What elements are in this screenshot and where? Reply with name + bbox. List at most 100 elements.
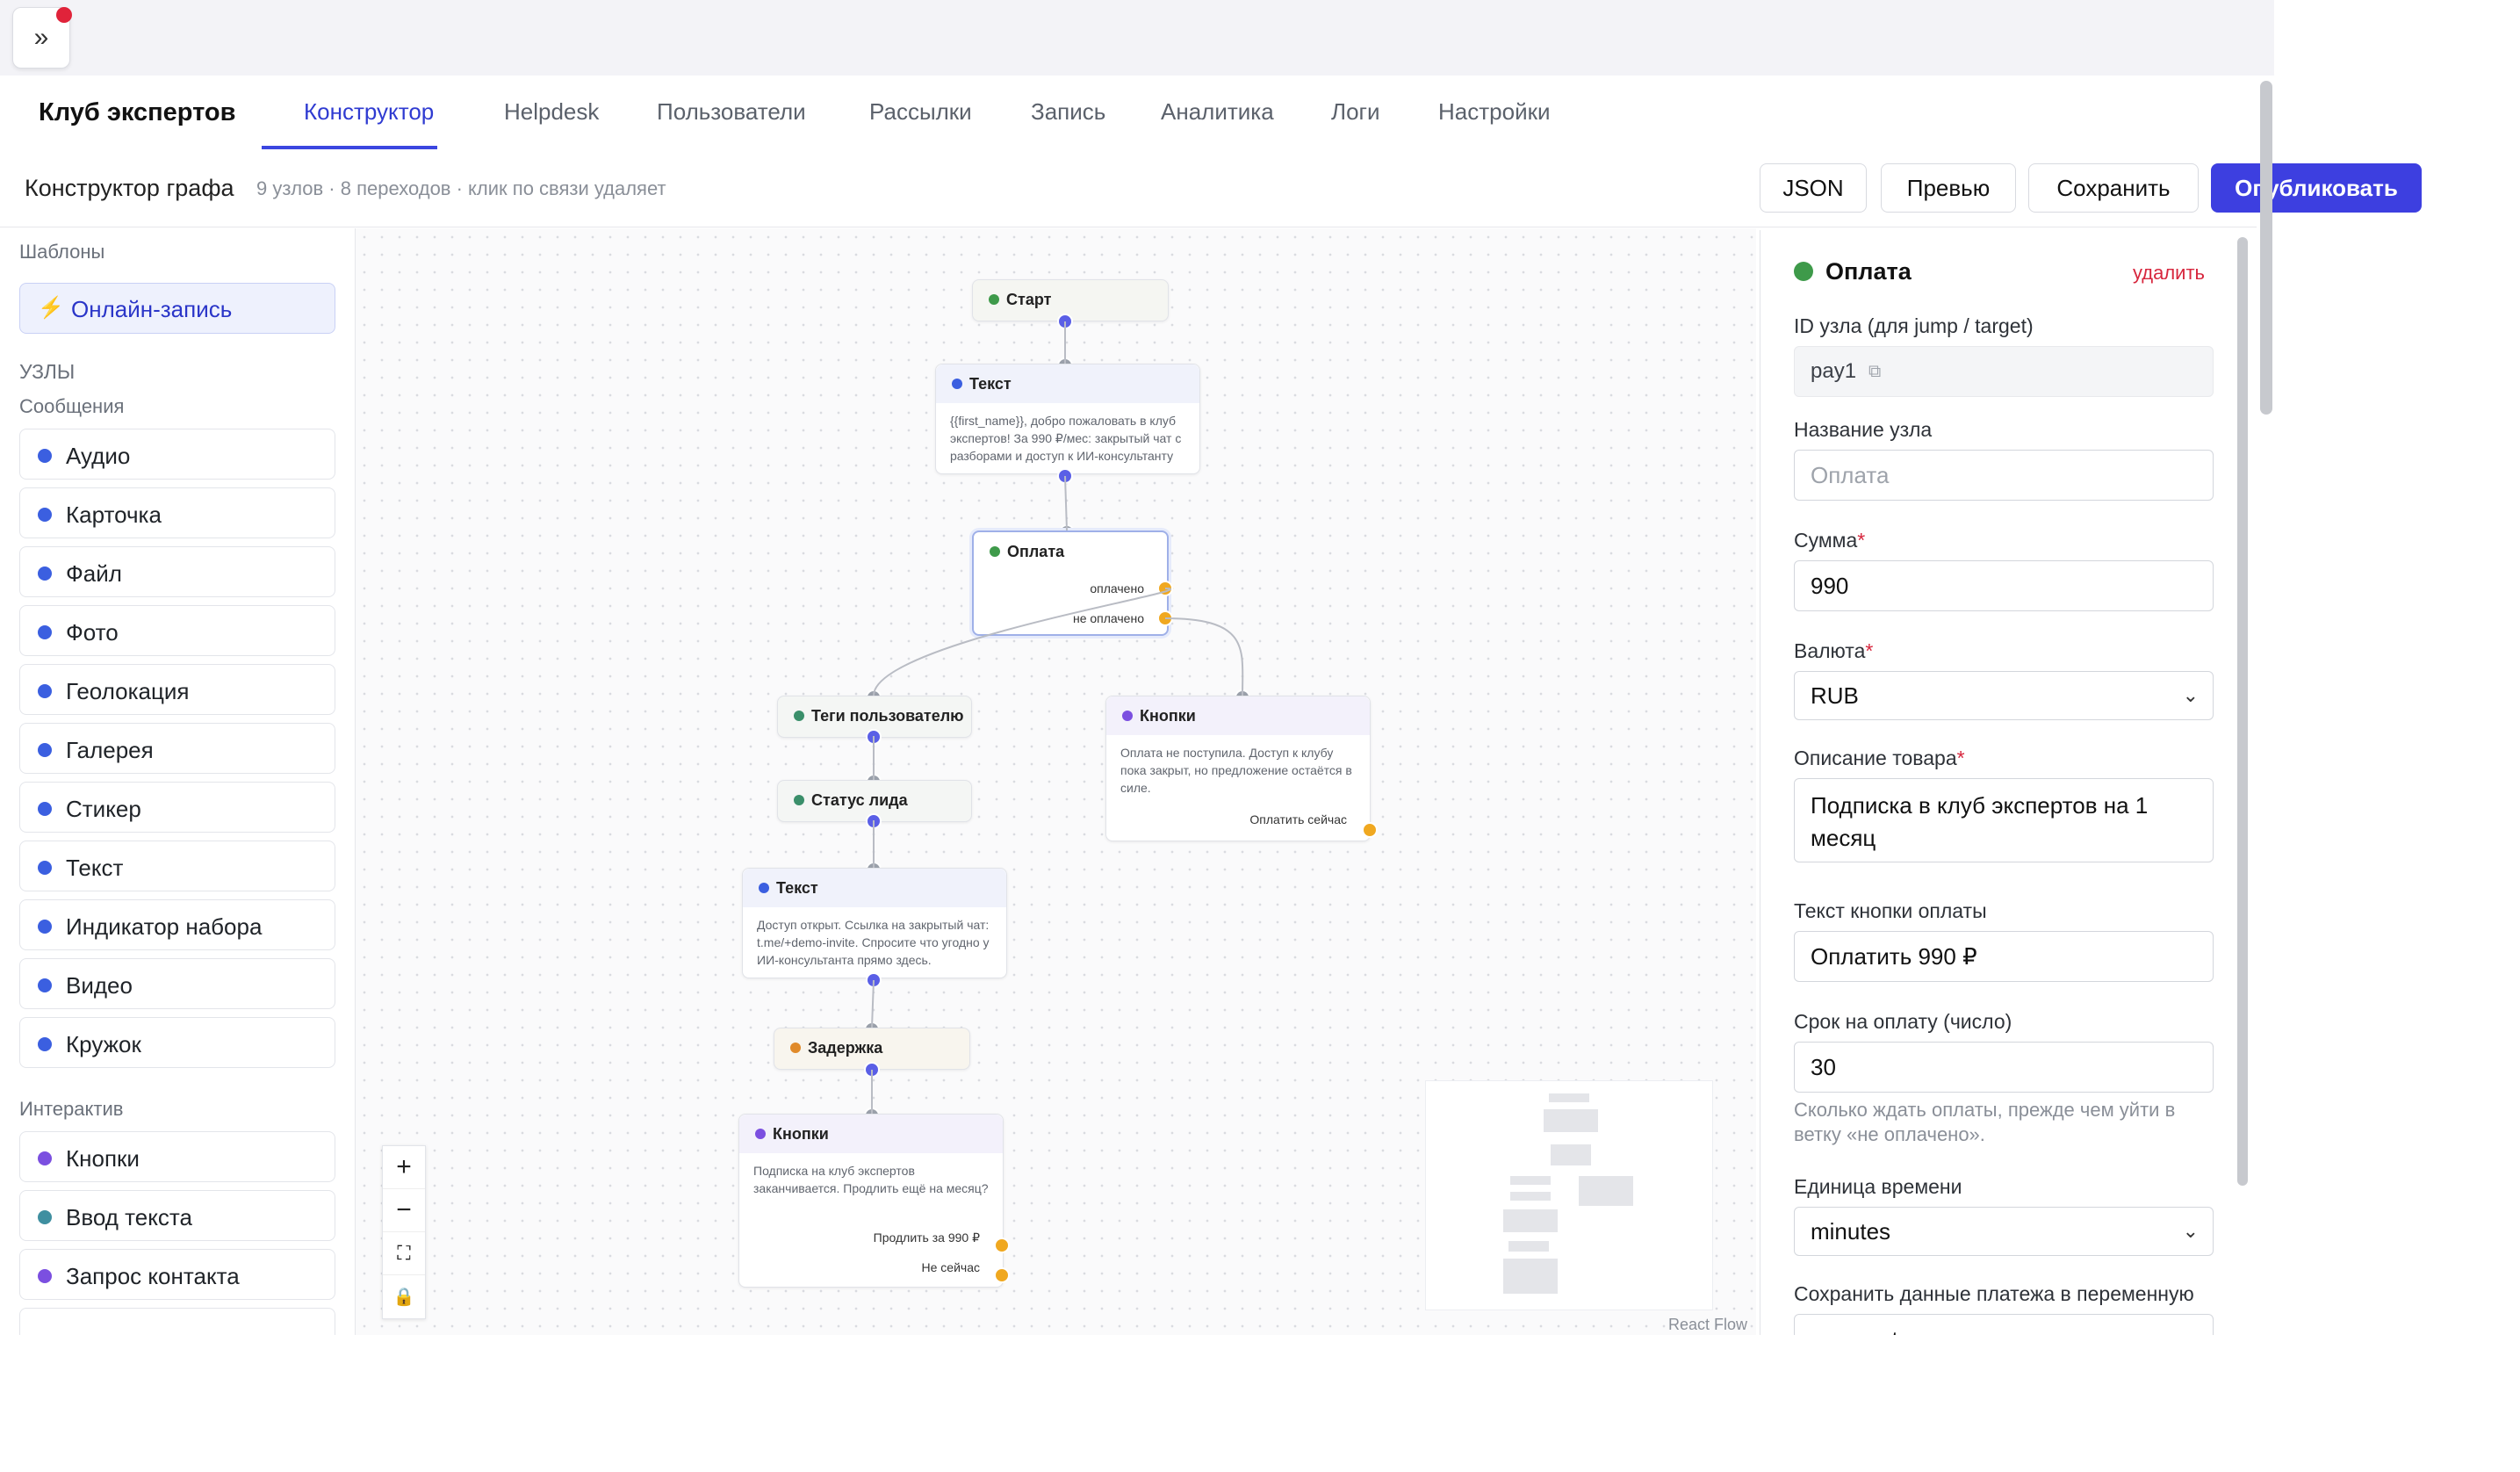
double-chevron-icon: » <box>33 23 49 52</box>
field-label-node-id: ID узла (для jump / target) <box>1794 314 2034 337</box>
palette-item-text[interactable]: Текст <box>19 841 335 891</box>
preview-button[interactable]: Превью <box>1881 163 2016 213</box>
graph-toolbar: Конструктор графа 9 узлов · 8 переходов … <box>0 149 2422 227</box>
flow-canvas[interactable]: Старт Текст {{first_name}}, добро пожало… <box>356 228 1756 1335</box>
palette-item-label: Индикатор набора <box>66 913 263 940</box>
palette-item-sticker[interactable]: Стикер <box>19 782 335 833</box>
main-nav: Клуб экспертов Конструктор Helpdesk Поль… <box>0 76 2257 150</box>
edge-text-delay[interactable] <box>871 979 875 1028</box>
edge-group <box>871 321 1244 1114</box>
node-type-dot <box>38 449 52 463</box>
tab-helpdesk[interactable]: Helpdesk <box>504 98 599 126</box>
palette-item-gallery[interactable]: Галерея <box>19 723 335 774</box>
palette-item-typing[interactable]: Индикатор набора <box>19 899 335 950</box>
save-button[interactable]: Сохранить <box>2028 163 2199 213</box>
tab-users[interactable]: Пользователи <box>657 98 806 126</box>
term-input[interactable]: 30 <box>1794 1042 2214 1093</box>
palette-item-video[interactable]: Видео <box>19 958 335 1009</box>
template-online-booking[interactable]: ⚡ Онлайн-запись <box>19 283 335 334</box>
palette-item-audio[interactable]: Аудио <box>19 429 335 480</box>
node-type-dot <box>38 920 52 934</box>
notification-badge <box>56 7 72 23</box>
palette-item-partial[interactable] <box>19 1308 335 1335</box>
node-type-dot <box>38 1210 52 1224</box>
palette-item-label: Файл <box>66 560 122 587</box>
toolbar-title: Конструктор графа <box>25 175 234 201</box>
field-label-text: Описание товара <box>1794 747 1957 769</box>
palette-item-label: Видео <box>66 972 133 999</box>
edge-text-payment[interactable] <box>1064 475 1068 531</box>
field-label-save-var: Сохранить данные платежа в переменную <box>1794 1282 2194 1305</box>
field-label-term: Срок на оплату (число) <box>1794 1010 2012 1033</box>
app-window: » Клуб экспертов Конструктор Helpdesk По… <box>0 0 2422 1335</box>
publish-button[interactable]: Опубликовать <box>2211 163 2422 213</box>
node-type-dot <box>38 625 52 639</box>
description-textarea[interactable]: Подписка в клуб экспертов на 1 месяц <box>1794 778 2214 862</box>
field-label-currency: Валюта* <box>1794 639 1873 663</box>
pay-button-text-input[interactable]: Оплатить 990 ₽ <box>1794 931 2214 982</box>
field-label-button-text: Текст кнопки оплаты <box>1794 899 1987 922</box>
palette-item-label: Фото <box>66 619 119 646</box>
tab-settings[interactable]: Настройки <box>1438 98 1551 126</box>
messages-heading: Сообщения <box>19 395 125 417</box>
palette-item-label: Карточка <box>66 501 162 528</box>
required-mark: * <box>1865 639 1874 662</box>
top-strip: » <box>0 0 2274 76</box>
field-label-text: Валюта <box>1794 639 1866 662</box>
field-label-text: Сумма <box>1794 529 1858 552</box>
panel-title: Оплата <box>1825 258 1912 285</box>
field-label-amount: Сумма* <box>1794 529 1865 552</box>
node-type-dot <box>38 508 52 522</box>
tab-logs[interactable]: Логи <box>1331 98 1380 126</box>
node-id-field[interactable]: pay1 ⧉ <box>1794 346 2214 397</box>
palette-item-video-note[interactable]: Кружок <box>19 1017 335 1068</box>
palette-item-label: Галерея <box>66 737 154 763</box>
palette-item-buttons[interactable]: Кнопки <box>19 1131 335 1182</box>
time-unit-value: minutes <box>1811 1217 1891 1245</box>
template-label: Онлайн-запись <box>71 296 233 322</box>
json-button[interactable]: JSON <box>1760 163 1867 213</box>
lightning-icon: ⚡ <box>38 296 64 320</box>
palette-item-contact-request[interactable]: Запрос контакта <box>19 1249 335 1300</box>
toolbar-stats: 9 узлов · 8 переходов · клик по связи уд… <box>256 177 666 199</box>
currency-value: RUB <box>1811 682 1859 709</box>
palette-item-label: Геолокация <box>66 678 190 704</box>
palette-item-label: Аудио <box>66 443 131 469</box>
node-type-dot <box>38 861 52 875</box>
save-var-input[interactable]: payment <box>1794 1314 2214 1335</box>
copy-icon[interactable]: ⧉ <box>1868 362 1881 382</box>
palette-item-text-input[interactable]: Ввод текста <box>19 1190 335 1241</box>
node-id-value: pay1 <box>1811 359 1857 383</box>
time-unit-select[interactable]: minutes ⌄ <box>1794 1207 2214 1256</box>
edge-unpaid-buttons[interactable] <box>1164 617 1244 696</box>
palette-item-label: Кружок <box>66 1031 141 1057</box>
palette-item-label: Кнопки <box>66 1145 140 1172</box>
panel-scrollbar[interactable] <box>2237 237 2248 1186</box>
node-type-dot <box>38 684 52 698</box>
field-label-node-name: Название узла <box>1794 418 1933 441</box>
tab-constructor[interactable]: Конструктор <box>304 98 434 126</box>
node-name-input[interactable]: Оплата <box>1794 450 2214 501</box>
palette-item-file[interactable]: Файл <box>19 546 335 597</box>
page-scrollbar[interactable] <box>2260 81 2272 415</box>
chevron-down-icon: ⌄ <box>2182 1220 2199 1242</box>
palette-item-card[interactable]: Карточка <box>19 487 335 538</box>
node-properties-panel: Оплата удалить ID узла (для jump / targe… <box>1760 230 2252 1335</box>
node-type-dot <box>38 802 52 816</box>
tab-booking[interactable]: Запись <box>1031 98 1105 126</box>
currency-select[interactable]: RUB ⌄ <box>1794 671 2214 720</box>
palette-item-photo[interactable]: Фото <box>19 605 335 656</box>
palette-item-label: Текст <box>66 855 124 881</box>
flow-edges <box>871 321 1244 1114</box>
tab-analytics[interactable]: Аналитика <box>1161 98 1274 126</box>
tab-mailings[interactable]: Рассылки <box>869 98 972 126</box>
palette-item-location[interactable]: Геолокация <box>19 664 335 715</box>
amount-input[interactable]: 990 <box>1794 560 2214 611</box>
delete-node-link[interactable]: удалить <box>2133 262 2205 285</box>
brand-title: Клуб экспертов <box>39 98 236 126</box>
node-type-dot <box>38 1037 52 1051</box>
edge-paid-tags[interactable] <box>873 588 1171 696</box>
field-label-unit: Единица времени <box>1794 1175 1962 1198</box>
node-palette: Шаблоны ⚡ Онлайн-запись УЗЛЫ Сообщения А… <box>0 228 356 1335</box>
required-mark: * <box>1956 747 1965 769</box>
